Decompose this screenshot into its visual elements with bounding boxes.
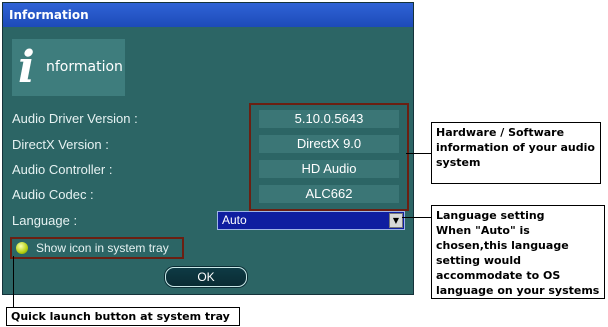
version-values-panel: 5.10.0.5643 DirectX 9.0 HD Audio ALC662 bbox=[249, 103, 409, 211]
hardware-info-callout: Hardware / Software information of your … bbox=[431, 122, 601, 184]
ok-button[interactable]: OK bbox=[165, 267, 247, 287]
chevron-down-icon[interactable]: ▼ bbox=[389, 213, 403, 228]
audio-codec-value: ALC662 bbox=[259, 185, 399, 203]
quick-launch-callout: Quick launch button at system tray bbox=[6, 307, 240, 326]
language-callout-line bbox=[402, 217, 431, 218]
window-title: Information bbox=[3, 3, 413, 27]
tray-callout-line bbox=[13, 256, 14, 308]
audio-controller-value: HD Audio bbox=[259, 160, 399, 178]
audio-controller-label: Audio Controller : bbox=[12, 162, 113, 177]
hardware-callout-line bbox=[406, 153, 431, 154]
system-tray-option[interactable]: Show icon in system tray bbox=[10, 237, 184, 259]
directx-version-value: DirectX 9.0 bbox=[259, 135, 399, 153]
logo-letter: i bbox=[18, 42, 35, 93]
logo-text: nformation bbox=[46, 59, 123, 75]
directx-version-label: DirectX Version : bbox=[12, 137, 109, 152]
language-selected-value: Auto bbox=[222, 213, 247, 227]
information-logo: i nformation bbox=[12, 39, 125, 96]
system-tray-label: Show icon in system tray bbox=[36, 241, 169, 255]
language-setting-callout: Language setting When "Auto" is chosen,t… bbox=[431, 205, 605, 299]
tray-toggle-icon[interactable] bbox=[16, 242, 28, 254]
audio-driver-version-value: 5.10.0.5643 bbox=[259, 110, 399, 128]
audio-driver-version-label: Audio Driver Version : bbox=[12, 111, 138, 126]
language-label: Language : bbox=[12, 213, 78, 228]
language-select[interactable]: Auto ▼ bbox=[217, 211, 405, 230]
information-window: Information i nformation Audio Driver Ve… bbox=[2, 2, 414, 295]
audio-codec-label: Audio Codec : bbox=[12, 187, 94, 202]
